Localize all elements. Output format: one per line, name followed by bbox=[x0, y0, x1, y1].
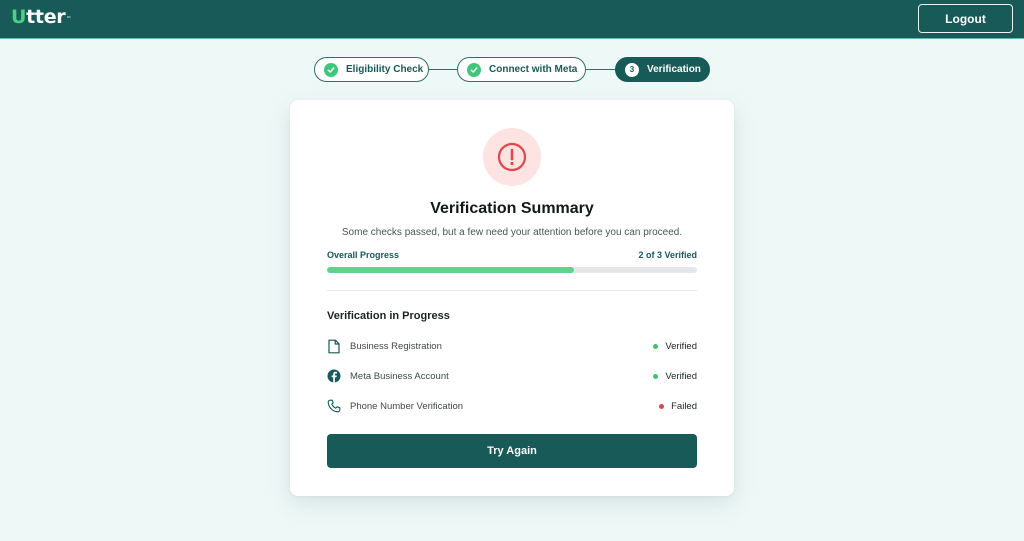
status-badge: Verified bbox=[653, 371, 697, 382]
status-text: Verified bbox=[665, 340, 697, 352]
divider bbox=[327, 290, 697, 291]
alert-icon bbox=[483, 128, 541, 186]
step-number: 3 bbox=[625, 62, 639, 77]
status-text: Failed bbox=[671, 400, 697, 412]
status-dot bbox=[659, 403, 665, 409]
stepper-connector bbox=[586, 69, 616, 70]
try-again-button[interactable]: Try Again bbox=[327, 434, 697, 468]
section-title: Verification in Progress bbox=[327, 310, 450, 322]
page-title: Verification Summary bbox=[430, 200, 594, 217]
step-verification[interactable]: 3 Verification bbox=[615, 57, 710, 82]
check-icon bbox=[324, 62, 338, 77]
logout-button[interactable]: Logout bbox=[918, 4, 1013, 33]
progress-fill bbox=[327, 267, 574, 273]
step-label: Verification bbox=[647, 64, 701, 75]
document-icon bbox=[327, 338, 341, 354]
item-label: Business Registration bbox=[350, 340, 442, 352]
status-badge: Failed bbox=[659, 401, 697, 412]
verification-item-meta-business-account: Meta Business Account Verified bbox=[327, 367, 697, 385]
step-connect-with-meta[interactable]: Connect with Meta bbox=[457, 57, 586, 82]
progress-count: 2 of 3 Verified bbox=[638, 250, 697, 260]
status-badge: Verified bbox=[653, 341, 697, 352]
step-label: Connect with Meta bbox=[489, 64, 578, 75]
phone-icon bbox=[327, 398, 341, 414]
step-eligibility-check[interactable]: Eligibility Check bbox=[314, 57, 429, 82]
check-icon bbox=[467, 62, 481, 77]
verification-item-phone-number: Phone Number Verification Failed bbox=[327, 397, 697, 415]
utter-logo[interactable]: Utter™ bbox=[11, 7, 71, 27]
top-bar: Utter™ Logout bbox=[0, 0, 1024, 39]
item-label: Phone Number Verification bbox=[350, 400, 464, 412]
stepper-connector bbox=[428, 69, 458, 70]
verification-item-business-registration: Business Registration Verified bbox=[327, 337, 697, 355]
verification-summary-card: Verification Summary Some checks passed,… bbox=[290, 100, 734, 496]
step-label: Eligibility Check bbox=[346, 64, 424, 75]
page-subtitle: Some checks passed, but a few need your … bbox=[341, 227, 683, 238]
progress-label: Overall Progress bbox=[327, 250, 400, 260]
status-dot bbox=[653, 343, 659, 349]
facebook-icon bbox=[327, 368, 341, 384]
progress-bar bbox=[327, 267, 697, 273]
status-text: Verified bbox=[665, 370, 697, 382]
item-label: Meta Business Account bbox=[350, 370, 449, 382]
status-dot bbox=[653, 373, 659, 379]
